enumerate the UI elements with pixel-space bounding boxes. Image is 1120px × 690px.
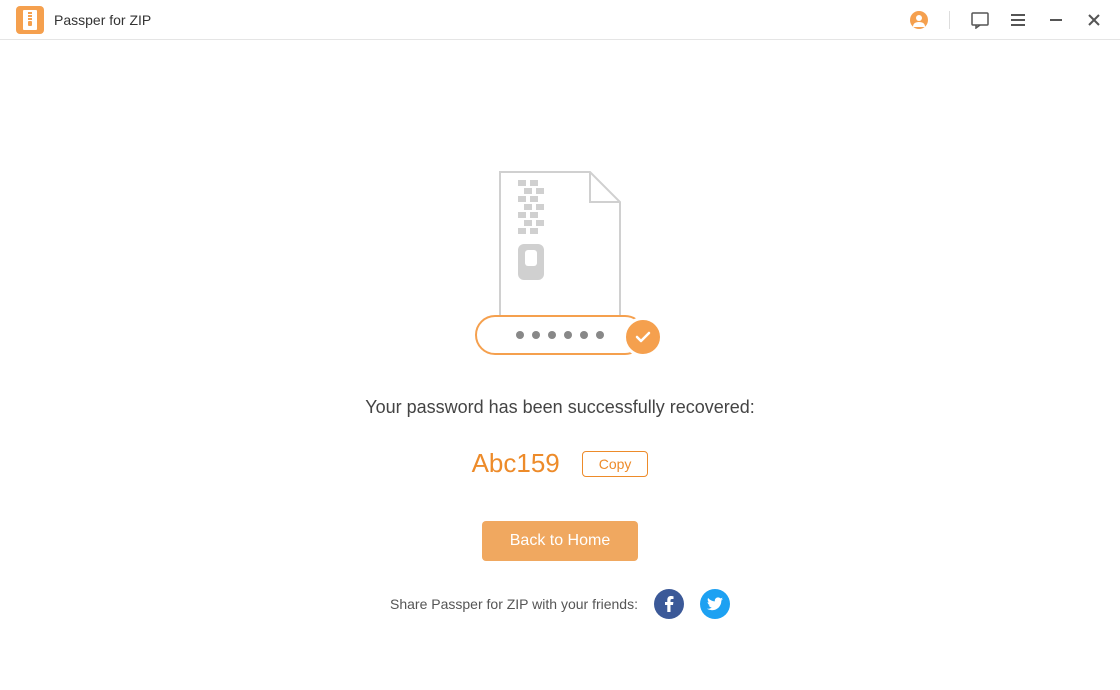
menu-icon[interactable] [1008, 10, 1028, 30]
zip-document-icon [490, 170, 630, 320]
comment-icon[interactable] [970, 10, 990, 30]
close-icon[interactable] [1084, 10, 1104, 30]
recovered-password: Abc159 [472, 448, 560, 479]
copy-button[interactable]: Copy [582, 451, 649, 477]
password-dot [532, 331, 540, 339]
facebook-icon[interactable] [654, 589, 684, 619]
divider [949, 11, 950, 29]
password-dot [596, 331, 604, 339]
titlebar: Passper for ZIP [0, 0, 1120, 40]
user-icon[interactable] [909, 10, 929, 30]
main-content: Your password has been successfully reco… [0, 40, 1120, 619]
share-row: Share Passper for ZIP with your friends: [390, 589, 730, 619]
password-row: Abc159 Copy [472, 448, 649, 479]
password-dot [564, 331, 572, 339]
password-dot [516, 331, 524, 339]
password-dot [548, 331, 556, 339]
password-dot [580, 331, 588, 339]
titlebar-left: Passper for ZIP [16, 6, 151, 34]
checkmark-icon [623, 317, 663, 357]
share-text: Share Passper for ZIP with your friends: [390, 596, 638, 612]
password-pill [475, 315, 645, 355]
zip-file-illustration [470, 170, 650, 355]
twitter-icon[interactable] [700, 589, 730, 619]
success-message: Your password has been successfully reco… [365, 397, 755, 418]
app-title: Passper for ZIP [54, 12, 151, 28]
back-to-home-button[interactable]: Back to Home [482, 521, 638, 561]
app-logo-icon [16, 6, 44, 34]
minimize-icon[interactable] [1046, 10, 1066, 30]
titlebar-right [909, 10, 1104, 30]
